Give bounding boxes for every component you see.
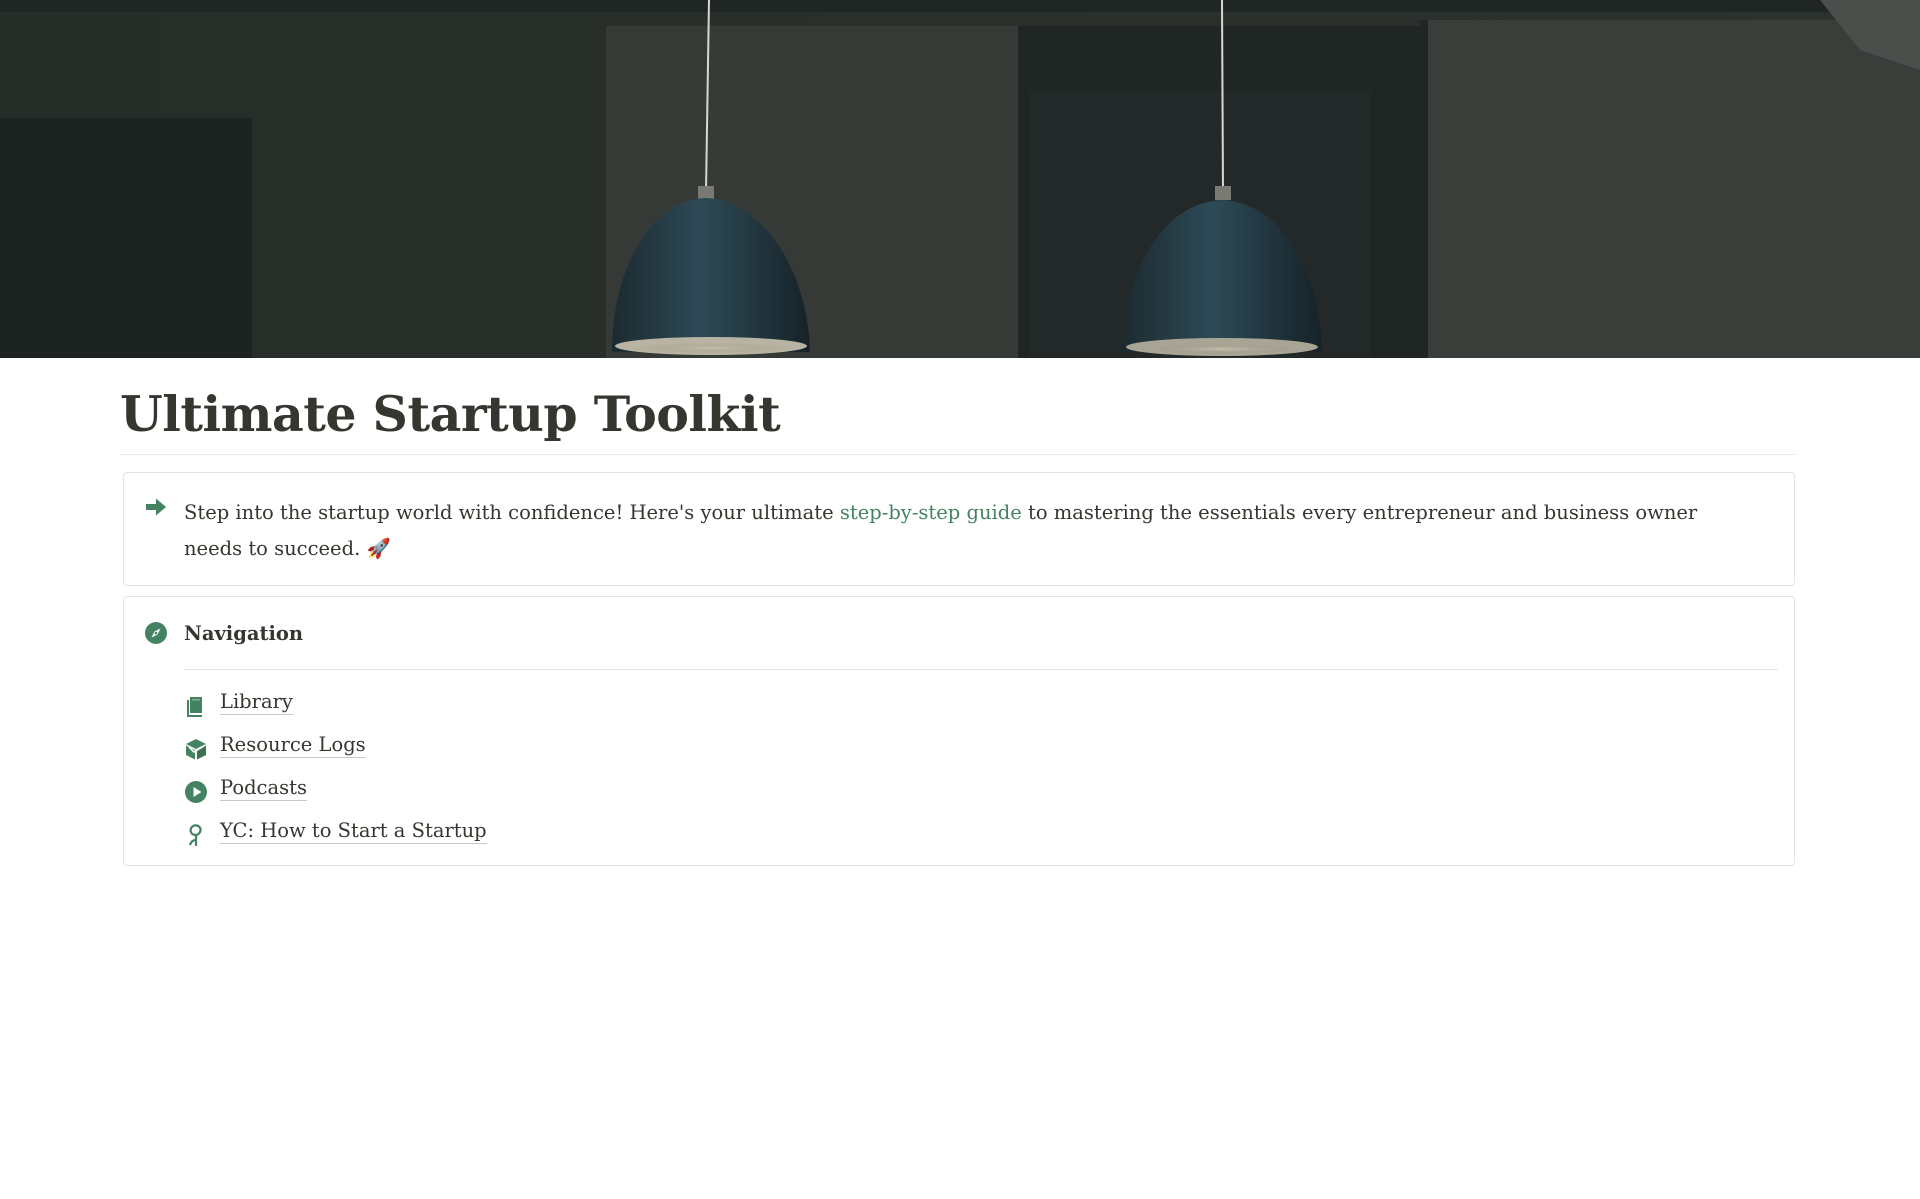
compass-icon [145, 622, 167, 644]
navigation-divider [184, 669, 1778, 670]
play-circle-icon [185, 780, 207, 803]
nav-item-yc-how-to-start-a-startup[interactable]: YC: How to Start a Startup [184, 810, 487, 853]
intro-callout: Step into the startup world with confide… [123, 472, 1795, 586]
navigation-list: Library Resource Logs Podcasts YC: How t… [184, 681, 487, 853]
intro-text: Step into the startup world with confide… [184, 495, 1744, 567]
title-divider [120, 453, 1796, 455]
nav-item-label: Resource Logs [220, 733, 366, 758]
page-title: Ultimate Startup Toolkit [120, 385, 781, 443]
nav-item-label: Library [220, 690, 293, 715]
book-icon [187, 696, 202, 717]
nav-item-podcasts[interactable]: Podcasts [184, 767, 487, 810]
nav-item-label: Podcasts [220, 776, 307, 801]
page-content: Ultimate Startup Toolkit Step into the s… [120, 358, 1796, 866]
navigation-callout: Navigation Library Resource Logs Podcast… [123, 596, 1795, 866]
seedling-icon [188, 823, 202, 846]
cover-image [0, 0, 1920, 358]
intro-text-before: Step into the startup world with confide… [184, 501, 840, 524]
box-icon [186, 738, 206, 759]
navigation-heading: Navigation [184, 622, 304, 645]
arrow-right-icon [146, 498, 166, 516]
nav-item-library[interactable]: Library [184, 681, 487, 724]
page-cover [0, 0, 1920, 358]
nav-item-resource-logs[interactable]: Resource Logs [184, 724, 487, 767]
rocket-emoji: 🚀 [366, 537, 391, 560]
nav-item-label: YC: How to Start a Startup [220, 819, 487, 844]
step-by-step-guide-link[interactable]: step-by-step guide [840, 501, 1022, 524]
